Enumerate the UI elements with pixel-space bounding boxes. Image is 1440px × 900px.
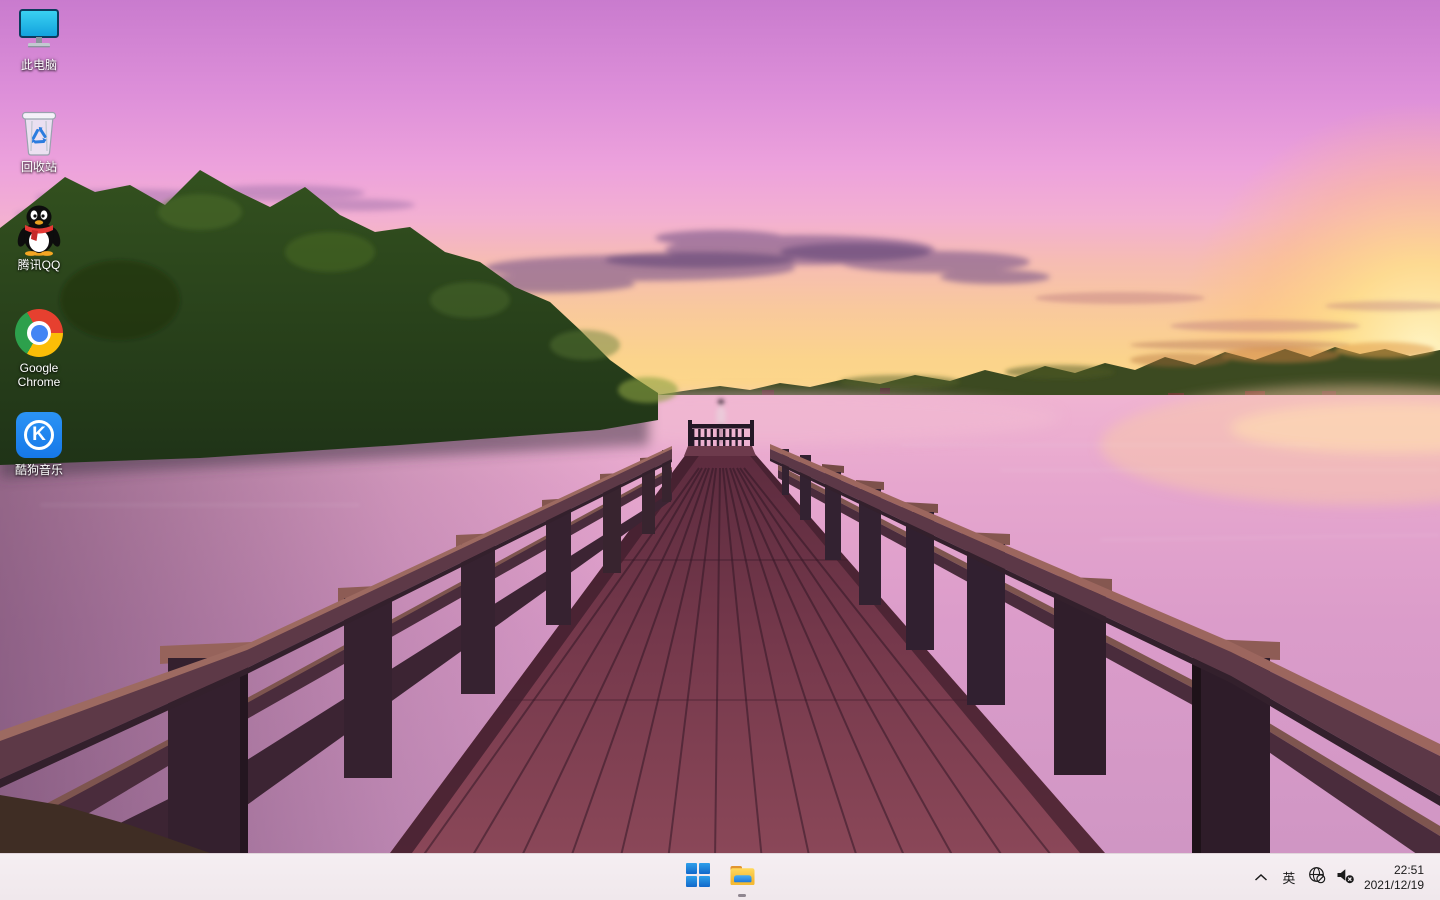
taskbar: 英 xyxy=(0,853,1440,900)
wallpaper-image xyxy=(0,0,1440,853)
network-status[interactable] xyxy=(1303,860,1331,896)
start-button[interactable] xyxy=(678,858,718,898)
desktop-icon-recycle-bin[interactable]: 回收站 xyxy=(0,106,78,174)
desktop-icon-kugou-music[interactable]: K 酷狗音乐 xyxy=(0,409,78,477)
desktop-icon-label: Google Chrome xyxy=(2,361,76,389)
desktop-icon-label: 酷狗音乐 xyxy=(15,463,63,477)
desktop-icon-grid: 此电脑 回收站 xyxy=(0,0,80,853)
volume-status[interactable] xyxy=(1331,860,1360,896)
desktop-icon-label: 腾讯QQ xyxy=(18,258,61,272)
wallpaper xyxy=(0,0,1440,853)
file-explorer-icon xyxy=(729,862,756,894)
clock-date: 2021/12/19 xyxy=(1364,878,1424,893)
this-pc-icon xyxy=(16,4,62,56)
desktop-icon-this-pc[interactable]: 此电脑 xyxy=(0,4,78,72)
google-chrome-icon xyxy=(15,307,63,359)
tencent-qq-icon xyxy=(15,204,63,256)
desktop-icon-label: 回收站 xyxy=(21,160,57,174)
system-tray: 英 xyxy=(1247,854,1440,900)
file-explorer-button[interactable] xyxy=(722,858,762,898)
windows-start-icon xyxy=(686,863,710,892)
desktop-icon-google-chrome[interactable]: Google Chrome xyxy=(0,307,78,389)
desktop-icon-tencent-qq[interactable]: 腾讯QQ xyxy=(0,204,78,272)
hidden-icons-chevron[interactable] xyxy=(1247,860,1275,896)
clock-time: 22:51 xyxy=(1364,863,1424,878)
speaker-muted-icon xyxy=(1336,867,1355,889)
desktop-icon-label: 此电脑 xyxy=(21,58,57,72)
clock[interactable]: 22:51 2021/12/19 xyxy=(1360,860,1428,896)
running-app-indicator xyxy=(738,894,746,897)
taskbar-center xyxy=(678,854,762,900)
recycle-bin-icon xyxy=(18,106,60,158)
kugou-music-icon: K xyxy=(16,409,62,461)
ime-language-indicator[interactable]: 英 xyxy=(1275,860,1303,896)
globe-no-internet-icon xyxy=(1308,866,1326,889)
